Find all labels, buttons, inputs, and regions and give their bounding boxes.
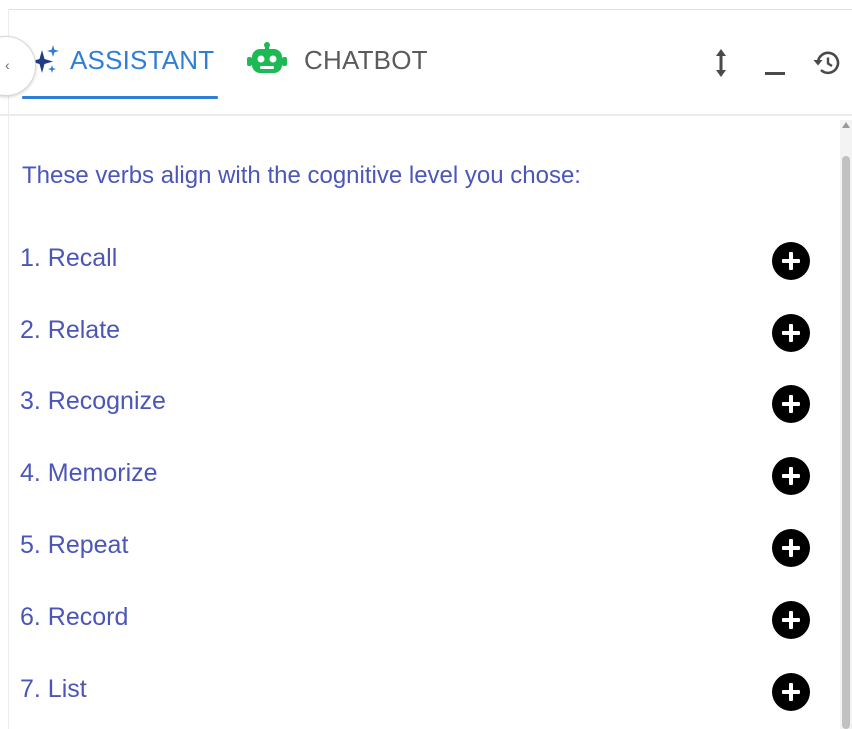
scroll-up-icon[interactable] bbox=[842, 122, 850, 128]
add-verb-button[interactable] bbox=[772, 314, 810, 352]
tab-assistant-label: ASSISTANT bbox=[70, 44, 215, 75]
minimize-icon bbox=[765, 72, 785, 75]
verb-label: 4. Memorize bbox=[20, 459, 158, 487]
minimize-button[interactable] bbox=[760, 46, 790, 80]
add-verb-button[interactable] bbox=[772, 601, 810, 639]
tab-assistant[interactable]: ASSISTANT bbox=[30, 40, 214, 80]
scrollbar-thumb[interactable] bbox=[842, 156, 850, 729]
tab-bar: ASSISTANT CHATBOT bbox=[0, 10, 852, 116]
verb-label: 6. Record bbox=[20, 603, 129, 631]
list-item: 7. List bbox=[0, 669, 836, 713]
verb-label: 2. Relate bbox=[20, 316, 121, 344]
add-verb-button[interactable] bbox=[772, 673, 810, 711]
tab-chatbot[interactable]: CHATBOT bbox=[246, 40, 428, 80]
verb-label: 7. List bbox=[20, 675, 87, 703]
robot-icon bbox=[247, 42, 287, 73]
list-item: 3. Recognize bbox=[0, 381, 836, 425]
intro-text: These verbs align with the cognitive lev… bbox=[22, 162, 581, 189]
tab-chatbot-label: CHATBOT bbox=[304, 44, 428, 75]
add-verb-button[interactable] bbox=[772, 242, 810, 280]
add-verb-button[interactable] bbox=[772, 529, 810, 567]
list-item: 1. Recall bbox=[0, 238, 836, 282]
list-item: 4. Memorize bbox=[0, 453, 836, 497]
list-item: 2. Relate bbox=[0, 310, 836, 354]
active-tab-indicator bbox=[22, 96, 218, 99]
verb-label: 5. Repeat bbox=[20, 531, 129, 559]
assistant-content: These verbs align with the cognitive lev… bbox=[0, 120, 836, 729]
assistant-panel: ASSISTANT CHATBOT ‹ These verbs align wi… bbox=[0, 0, 852, 729]
add-verb-button[interactable] bbox=[772, 457, 810, 495]
verb-label: 1. Recall bbox=[20, 244, 118, 272]
chevron-left-icon: ‹ bbox=[5, 57, 10, 73]
history-icon bbox=[813, 51, 840, 75]
scrollbar[interactable] bbox=[840, 120, 852, 729]
list-item: 5. Repeat bbox=[0, 525, 836, 569]
list-item: 6. Record bbox=[0, 597, 836, 641]
resize-vertical-icon bbox=[716, 49, 726, 77]
resize-button[interactable] bbox=[706, 46, 736, 80]
add-verb-button[interactable] bbox=[772, 385, 810, 423]
history-button[interactable] bbox=[812, 46, 842, 80]
verb-label: 3. Recognize bbox=[20, 387, 166, 415]
